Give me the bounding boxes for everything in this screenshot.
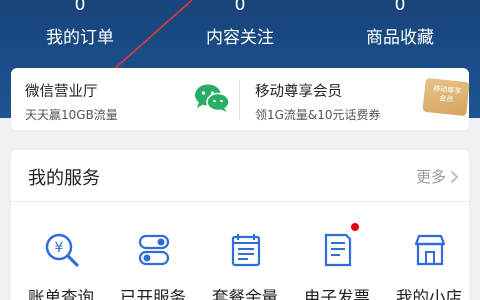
notification-badge [351, 223, 359, 231]
service-label: 套餐余量 [212, 288, 278, 300]
service-e-invoice[interactable]: 电子发票 [291, 223, 383, 300]
service-bill-query[interactable]: ¥ 账单查询 [15, 230, 107, 300]
promo-subtitle: 领1G流量&10元话费券 [255, 108, 381, 122]
invoice-icon [324, 233, 352, 267]
service-label: 账单查询 [28, 288, 94, 300]
more-link[interactable]: 更多 [416, 166, 459, 187]
membership-card-icon: 移动尊享 会员 [422, 77, 470, 117]
section-title: 我的服务 [28, 168, 100, 189]
divider [11, 201, 469, 202]
service-my-shop[interactable]: 我的小店 [383, 230, 475, 300]
chevron-right-icon [450, 170, 459, 183]
promo-title: 微信营业厅 [25, 84, 98, 100]
shop-icon [414, 234, 446, 266]
promo-title: 移动尊享会员 [255, 84, 342, 100]
wechat-icon [195, 84, 230, 112]
my-services-panel: 我的服务 更多 ¥ 账单查询 已开服务 套餐余量 电子发票 我的小店 [11, 150, 469, 300]
service-package-balance[interactable]: 套餐余量 [199, 230, 291, 300]
more-label: 更多 [415, 168, 446, 186]
package-balance-icon [231, 234, 261, 267]
service-label: 电子发票 [304, 288, 370, 300]
vip-membership-promo[interactable]: 移动尊享会员 领1G流量&10元话费券 移动尊享 会员 [240, 68, 470, 130]
bill-search-icon: ¥ [45, 233, 79, 267]
promo-card: 微信营业厅 天天赢10GB流量 移动尊享会员 领1G流量&10元话费券 移动尊享… [11, 68, 470, 130]
toggle-icon [138, 234, 170, 266]
wechat-hall-promo[interactable]: 微信营业厅 天天赢10GB流量 [11, 68, 239, 130]
service-label: 已开服务 [120, 288, 186, 300]
svg-text:¥: ¥ [55, 240, 64, 256]
service-active-services[interactable]: 已开服务 [107, 230, 199, 300]
promo-subtitle: 天天赢10GB流量 [25, 108, 118, 122]
service-label: 我的小店 [396, 288, 462, 300]
